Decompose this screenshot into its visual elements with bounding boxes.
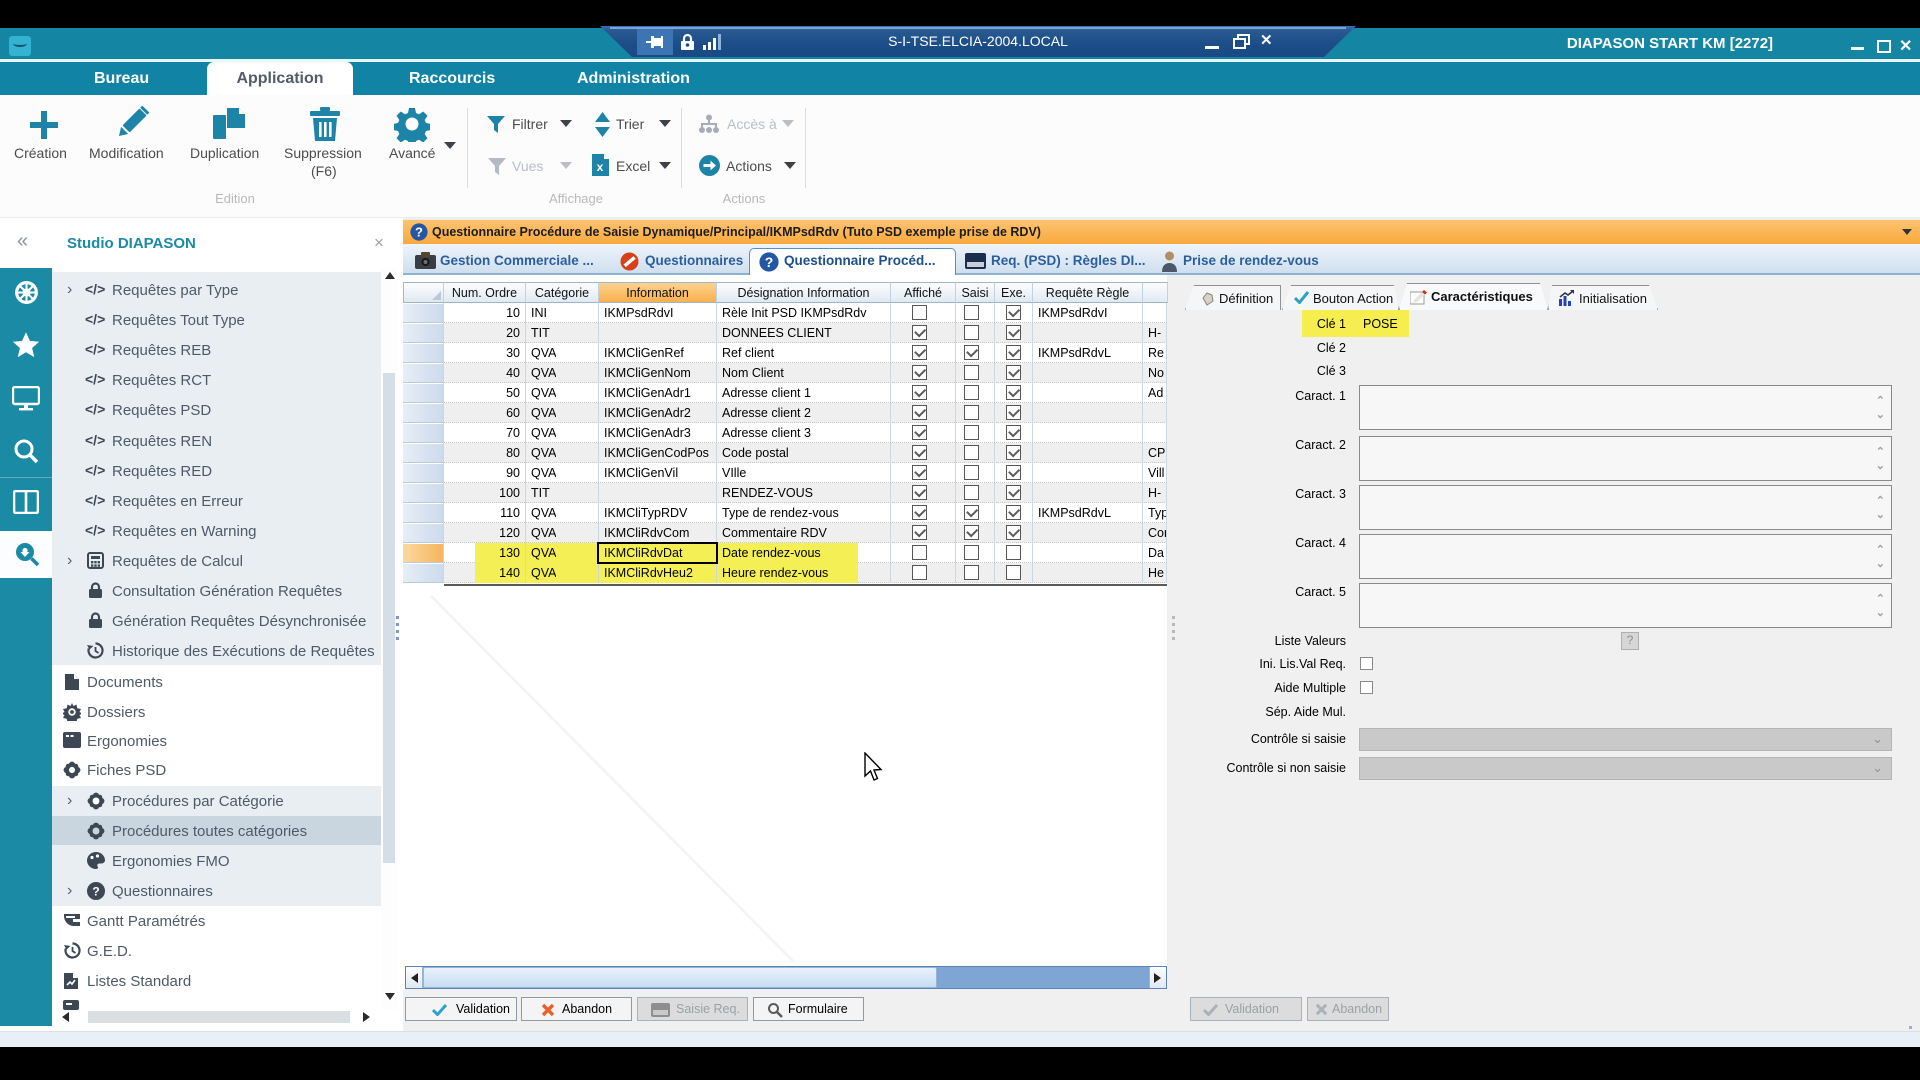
svg-text:?: ? xyxy=(765,254,774,270)
svg-text:?: ? xyxy=(92,885,99,899)
svg-text:?: ? xyxy=(415,225,423,240)
svg-text:x: x xyxy=(597,160,604,174)
